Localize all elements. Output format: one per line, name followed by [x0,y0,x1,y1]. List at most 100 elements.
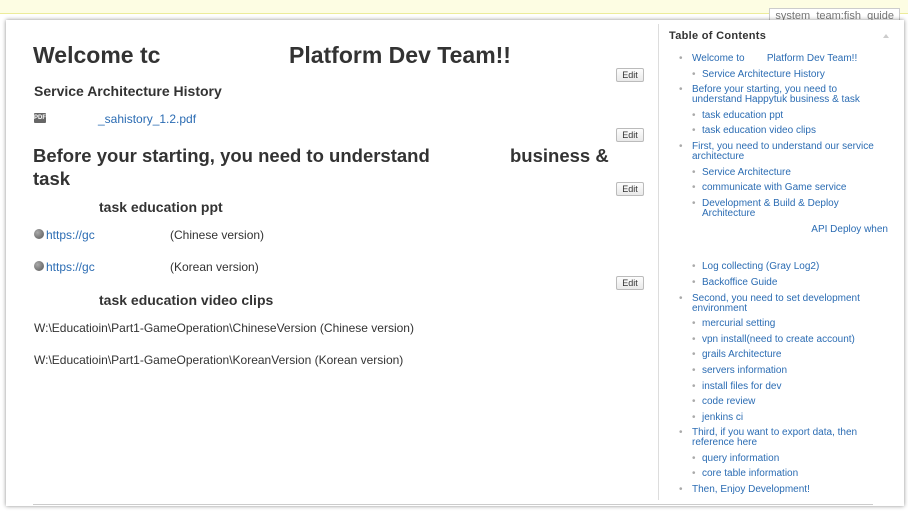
video-path: W:\Educatioin\Part1-GameOperation\Chines… [34,321,414,335]
page-title-part2: Platform Dev Team!! [289,42,511,68]
ppt-heading: task education ppt [99,199,223,215]
toc-item[interactable]: • grails Architecture [659,350,893,360]
before-heading: Before your starting, you need to unders… [33,144,613,190]
toc-item-label: jenkins ci [702,411,744,423]
toc-item[interactable]: • Before your starting, you need to under… [659,85,893,105]
ppt-link-version: (Korean version) [170,260,259,274]
toc-item-label: Second, you need to set development envi… [692,292,860,314]
toc-bullet-icon: • [692,318,696,330]
toc-item-label: Service Architecture [702,166,791,178]
toc-item[interactable]: • jenkins ci [659,411,893,423]
toc-bullet-icon: • [692,452,696,464]
toc-item[interactable]: • First, you need to understand our servi… [659,140,893,162]
toc-item[interactable]: • query information [659,452,893,464]
video-heading: task education video clips [99,292,274,308]
toc-item-label: query information [702,452,780,464]
toc-bullet-icon: • [679,292,683,304]
page-title-part1: Welcome tc [33,42,161,68]
toc-item-label: mercurial setting [702,318,776,330]
toc-item[interactable]: • Welcome to Platform Dev Team!! [659,54,893,64]
toc-item[interactable]: • Then, Enjoy Development! [659,485,893,495]
toc-bullet-icon: • [679,53,683,64]
toc-bullet-icon: • [679,427,683,439]
toc-item[interactable]: API Deploy when [659,224,893,235]
toc-item-label: API Deploy when [811,224,888,236]
toc-item[interactable]: • install files for dev [659,380,893,392]
toc-bullet-icon: • [692,364,696,376]
toc-bullet-icon: • [692,261,696,273]
toc-item[interactable]: • task education video clips [659,126,893,136]
toc-item-label: Backoffice Guide [702,276,778,288]
toc-bullet-icon: • [692,468,696,480]
page-frame: Welcome tc Platform Dev Team!! Edit Serv… [6,20,904,506]
toc-item-label: core table information [702,468,799,480]
toc-bullet-icon: • [692,182,696,194]
toc-item[interactable]: • core table information [659,469,893,479]
toc-item[interactable]: • Second, you need to set development env… [659,292,893,314]
video-path: W:\Educatioin\Part1-GameOperation\Korean… [34,353,404,367]
toc-bullet-icon: • [692,380,696,392]
toc-bullet-icon: • [692,411,696,423]
toc-item[interactable]: • Development & Build & Deploy Architectu… [659,197,893,219]
before-heading-line2: task [33,168,71,189]
edit-button-title[interactable]: Edit [616,68,644,82]
edit-button-before[interactable]: Edit [616,182,644,196]
ppt-link-version: (Chinese version) [170,228,265,242]
toc-collapse-icon[interactable] [883,34,889,38]
toc-item[interactable]: • communicate with Game service [659,183,893,193]
ppt-link-url[interactable]: https://gc [46,228,95,242]
main-content: Welcome tc Platform Dev Team!! Edit Serv… [6,20,656,506]
toc-item-label: Development & Build & Deploy Architectur… [702,197,839,219]
toc-item-label: Before your starting, you need to unders… [692,84,860,106]
toc-item-label: vpn install(need to create account) [702,333,855,345]
toc-item-label: task education ppt [702,109,784,121]
pdf-file-icon: PDF [34,113,46,123]
before-heading-word: business & [510,145,609,166]
toc-item[interactable]: • mercurial setting [659,319,893,329]
toc-item[interactable]: • Service Architecture History [659,68,893,80]
toc-item-label: Third, if you want to export data, then … [692,427,858,449]
edit-button-history[interactable]: Edit [616,128,644,142]
toc-item-label: First, you need to understand our servic… [692,140,874,162]
history-file-name[interactable]: _sahistory_1.2.pdf [98,112,196,126]
toc-bullet-icon: • [692,396,696,408]
toc-item-label: code review [702,396,756,408]
toc-item-label: grails Architecture [702,349,782,361]
edit-button-ppt[interactable]: Edit [616,276,644,290]
toc-bullet-icon: • [692,333,696,345]
toc-item-label: Then, Enjoy Development! [692,484,810,496]
toc-item-label: task education video clips [702,125,816,137]
toc-item[interactable]: • servers information [659,364,893,376]
toc-bullet-icon: • [692,125,696,137]
toc-item-label: servers information [702,364,788,376]
toc-item[interactable]: • Log collecting (Gray Log2) [659,262,893,272]
toc-bullet-icon: • [692,68,696,80]
toc-bullet-icon: • [692,349,696,361]
toc-item[interactable]: • Service Architecture [659,166,893,178]
toc-bullet-icon: • [692,166,696,178]
toc-item-label: install files for dev [702,380,782,392]
toc-list: • Welcome to Platform Dev Team!! • Service … [659,54,893,501]
ppt-link-url[interactable]: https://gc [46,260,95,274]
toc-item-label: Log collecting (Gray Log2) [702,261,820,273]
toc-item-label: Welcome to Platform Dev Team!! [692,53,858,64]
toc-bullet-icon: • [692,276,696,288]
toc-item[interactable]: • Backoffice Guide [659,276,893,288]
toc-item[interactable]: • Third, if you want to export data, then… [659,428,893,448]
before-heading-line1: Before your starting, you need to unders… [33,145,430,166]
history-heading: Service Architecture History [34,83,222,99]
toc-bullet-icon: • [692,109,696,121]
toc-bullet-icon: • [679,140,683,152]
toc-bullet-icon: • [679,484,683,496]
globe-icon [34,261,44,271]
table-of-contents: Table of Contents • Welcome to Platform D… [658,24,892,500]
toc-title: Table of Contents [669,30,767,42]
toc-item-label: Service Architecture History [702,68,825,80]
toc-item[interactable]: • code review [659,397,893,407]
globe-icon [34,229,44,239]
footer-divider [33,504,873,505]
toc-bullet-icon: • [679,84,683,96]
toc-item[interactable]: • task education ppt [659,109,893,121]
toc-item[interactable]: • vpn install(need to create account) [659,333,893,345]
toc-item-label: communicate with Game service [702,182,847,194]
